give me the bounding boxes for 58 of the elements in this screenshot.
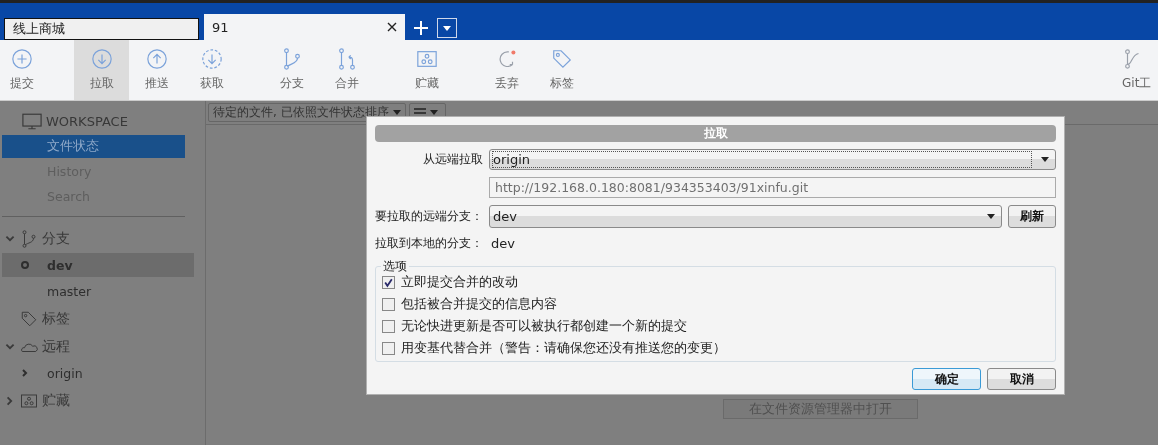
- toolbar-button[interactable]: Git工: [1122, 40, 1158, 100]
- toolbar-button[interactable]: 合并: [319, 40, 374, 100]
- checkbox[interactable]: [382, 275, 395, 289]
- remote-dropdown[interactable]: origin: [489, 149, 1056, 170]
- toolbar-button[interactable]: 获取: [184, 40, 239, 100]
- field-label: 拉取到本地的分支：: [375, 235, 484, 252]
- option-label[interactable]: 立即提交合并的改动: [401, 273, 518, 291]
- section-title: WORKSPACE: [46, 113, 128, 129]
- tab[interactable]: 91: [204, 14, 405, 40]
- toolbar-button[interactable]: 分支: [264, 40, 319, 100]
- checkbox[interactable]: [382, 297, 395, 311]
- toolbar-button[interactable]: 推送: [129, 40, 184, 100]
- option-label[interactable]: 无论快进更新是否可以被执行都创建一个新的提交: [401, 317, 687, 335]
- checkbox[interactable]: [382, 319, 395, 333]
- ok-button[interactable]: 确定: [912, 368, 981, 390]
- tab-menu-button[interactable]: [437, 18, 457, 38]
- section-title[interactable]: 贮藏: [42, 392, 70, 410]
- section-title[interactable]: 分支: [42, 230, 70, 248]
- upload-icon: [145, 48, 168, 70]
- toolbar-button[interactable]: 标签: [534, 40, 589, 100]
- stash-icon: [415, 48, 438, 70]
- branch-dropdown[interactable]: dev: [489, 205, 1002, 228]
- section-title[interactable]: 标签: [42, 310, 70, 328]
- option-label[interactable]: 包括被合并提交的信息内容: [401, 295, 557, 313]
- local-branch-value: dev: [490, 236, 516, 251]
- stash-icon: [20, 392, 38, 410]
- url-field: http://192.168.0.180:8081/934353403/91xinfu.git: [489, 177, 1056, 198]
- dialog-title: 拉取: [375, 125, 1056, 142]
- close-icon[interactable]: [387, 22, 397, 32]
- download-icon: [90, 48, 113, 70]
- sidebar-item[interactable]: master: [2, 279, 194, 303]
- current-branch-icon: [19, 260, 30, 270]
- toolbar-button[interactable]: 提交: [0, 40, 44, 100]
- add-tab-icon[interactable]: [414, 21, 428, 35]
- toolbar-button[interactable]: 贮藏: [399, 40, 454, 100]
- caret-icon: [443, 25, 451, 31]
- sidebar-item[interactable]: origin: [2, 361, 194, 385]
- chevron-right-icon[interactable]: [19, 368, 30, 378]
- field-label: 要拉取的远端分支：: [375, 208, 484, 225]
- toolbar-button[interactable]: 拉取: [74, 40, 129, 100]
- fetch-icon: [200, 48, 223, 70]
- field-label: 从远端拉取: [422, 151, 484, 168]
- tag-icon: [550, 48, 573, 70]
- sidebar-item[interactable]: 文件状态: [2, 135, 185, 158]
- checkbox[interactable]: [382, 341, 395, 355]
- tag-icon: [20, 310, 38, 328]
- toolbar-button[interactable]: 丢弃: [479, 40, 534, 100]
- branch-icon: [20, 230, 38, 248]
- tab[interactable]: 线上商城: [4, 18, 199, 40]
- caret-icon: [1041, 157, 1049, 162]
- section-title[interactable]: 远程: [42, 338, 70, 356]
- caret-icon: [987, 214, 995, 219]
- plus-circle-icon: [11, 48, 33, 70]
- monitor-icon: [22, 112, 42, 130]
- refresh-button[interactable]: 刷新: [1008, 205, 1056, 228]
- group-legend: 选项: [381, 258, 409, 275]
- option-label[interactable]: 用变基代替合并（警告：请确保您还没有推送您的变更）: [401, 339, 726, 357]
- cancel-button[interactable]: 取消: [987, 368, 1056, 390]
